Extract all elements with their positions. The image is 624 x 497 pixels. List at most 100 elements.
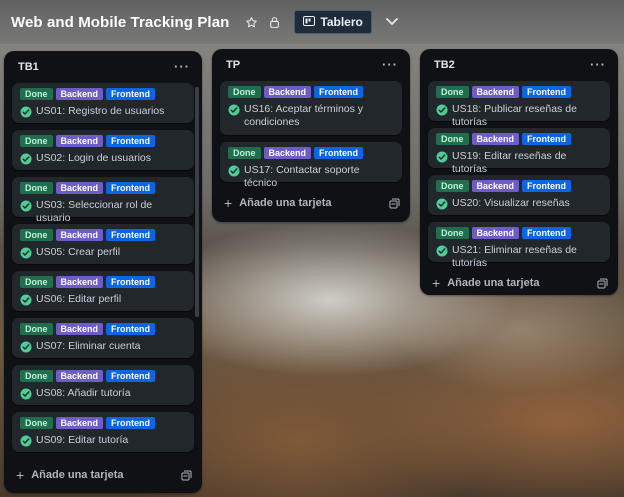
board-title[interactable]: Web and Mobile Tracking Plan	[11, 14, 229, 31]
card[interactable]: Done Backend Frontend US06: Editar perfil	[12, 271, 194, 311]
card[interactable]: Done Backend Frontend US09: Editar tutoría	[12, 412, 194, 452]
check-circle-icon[interactable]	[20, 293, 32, 306]
label-frontend[interactable]: Frontend	[106, 323, 156, 335]
card-title-row: US01: Registro de usuarios	[20, 105, 186, 118]
chevron-down-icon[interactable]	[384, 14, 400, 30]
check-circle-icon[interactable]	[20, 387, 32, 400]
list-title[interactable]: TP	[226, 59, 240, 71]
label-done[interactable]: Done	[436, 86, 469, 98]
card[interactable]: Done Backend Frontend US16: Aceptar término…	[220, 81, 402, 135]
label-frontend[interactable]: Frontend	[106, 370, 156, 382]
label-done[interactable]: Done	[436, 133, 469, 145]
label-backend[interactable]: Backend	[55, 370, 104, 382]
card[interactable]: Done Backend Frontend US19: Editar reseñas …	[428, 128, 610, 175]
template-icon[interactable]	[388, 197, 400, 209]
label-backend[interactable]: Backend	[55, 182, 104, 194]
add-card-button[interactable]: + Añade una tarjeta	[224, 196, 332, 210]
template-icon[interactable]	[180, 469, 192, 481]
label-backend[interactable]: Backend	[471, 133, 520, 145]
card[interactable]: Done Backend Frontend US03: Seleccionar rol…	[12, 177, 194, 224]
label-frontend[interactable]: Frontend	[522, 86, 572, 98]
card[interactable]: Done Backend Frontend US18: Publicar reseña…	[428, 81, 610, 128]
card-title-row: US07: Eliminar cuenta	[20, 340, 186, 353]
check-circle-icon[interactable]	[436, 244, 448, 257]
label-frontend[interactable]: Frontend	[106, 135, 156, 147]
card[interactable]: Done Backend Frontend US07: Eliminar cuenta	[12, 318, 194, 358]
label-frontend[interactable]: Frontend	[314, 147, 364, 159]
more-icon[interactable]: ···	[382, 58, 398, 71]
label-done[interactable]: Done	[20, 276, 53, 288]
label-backend[interactable]: Backend	[55, 229, 104, 241]
card[interactable]: Done Backend Frontend US01: Registro de usu…	[12, 83, 194, 123]
label-backend[interactable]: Backend	[471, 227, 520, 239]
label-backend[interactable]: Backend	[55, 88, 104, 100]
list-title[interactable]: TB1	[18, 61, 39, 73]
check-circle-icon[interactable]	[20, 340, 32, 353]
list-scrollbar[interactable]	[195, 87, 199, 317]
label-backend[interactable]: Backend	[263, 86, 312, 98]
label-done[interactable]: Done	[20, 370, 53, 382]
check-circle-icon[interactable]	[20, 152, 32, 165]
card-title-row: US19: Editar reseñas de tutorías	[436, 150, 602, 176]
label-backend[interactable]: Backend	[55, 135, 104, 147]
list-header: TP ···	[212, 49, 410, 81]
label-backend[interactable]: Backend	[263, 147, 312, 159]
label-frontend[interactable]: Frontend	[106, 182, 156, 194]
label-backend[interactable]: Backend	[471, 86, 520, 98]
check-circle-icon[interactable]	[436, 150, 448, 163]
label-backend[interactable]: Backend	[471, 180, 520, 192]
label-frontend[interactable]: Frontend	[106, 276, 156, 288]
label-done[interactable]: Done	[20, 88, 53, 100]
star-icon[interactable]	[243, 14, 259, 30]
label-frontend[interactable]: Frontend	[522, 180, 572, 192]
label-done[interactable]: Done	[20, 182, 53, 194]
check-circle-icon[interactable]	[436, 197, 448, 210]
label-done[interactable]: Done	[20, 417, 53, 429]
check-circle-icon[interactable]	[20, 105, 32, 118]
card[interactable]: Done Backend Frontend US08: Añadir tutoría	[12, 365, 194, 405]
add-card-button[interactable]: + Añade una tarjeta	[16, 468, 124, 482]
check-circle-icon[interactable]	[20, 199, 32, 212]
lock-icon[interactable]	[267, 14, 281, 30]
label-frontend[interactable]: Frontend	[106, 417, 156, 429]
list-tb2: TB2 ··· Done Backend Frontend US18: Publicar …	[420, 49, 618, 295]
label-backend[interactable]: Backend	[55, 276, 104, 288]
label-frontend[interactable]: Frontend	[106, 88, 156, 100]
card-title: US20: Visualizar reseñas	[452, 197, 570, 209]
label-done[interactable]: Done	[20, 323, 53, 335]
more-icon[interactable]: ···	[590, 58, 606, 71]
label-done[interactable]: Done	[228, 147, 261, 159]
check-circle-icon[interactable]	[20, 434, 32, 447]
card[interactable]: Done Backend Frontend US20: Visualizar rese…	[428, 175, 610, 215]
label-done[interactable]: Done	[436, 180, 469, 192]
check-circle-icon[interactable]	[20, 246, 32, 259]
card[interactable]: Done Backend Frontend US05: Crear perfil	[12, 224, 194, 264]
add-card-row: + Añade una tarjeta	[4, 461, 202, 489]
check-circle-icon[interactable]	[228, 164, 240, 177]
board-view-button[interactable]: Tablero	[294, 10, 372, 34]
check-circle-icon[interactable]	[228, 103, 240, 116]
label-frontend[interactable]: Frontend	[522, 133, 572, 145]
card[interactable]: Done Backend Frontend US02: Login de usuari…	[12, 130, 194, 170]
label-done[interactable]: Done	[228, 86, 261, 98]
check-circle-icon[interactable]	[436, 103, 448, 116]
label-frontend[interactable]: Frontend	[106, 229, 156, 241]
card-list: Done Backend Frontend US01: Registro de usu…	[4, 83, 202, 452]
template-icon[interactable]	[596, 277, 608, 289]
label-backend[interactable]: Backend	[55, 323, 104, 335]
more-icon[interactable]: ···	[174, 60, 190, 73]
card-title-row: US09: Editar tutoría	[20, 434, 186, 447]
label-backend[interactable]: Backend	[55, 417, 104, 429]
label-done[interactable]: Done	[20, 135, 53, 147]
list-title[interactable]: TB2	[434, 59, 455, 71]
card-title-row: US02: Login de usuarios	[20, 152, 186, 165]
label-frontend[interactable]: Frontend	[314, 86, 364, 98]
add-card-button[interactable]: + Añade una tarjeta	[432, 276, 540, 290]
card[interactable]: Done Backend Frontend US17: Contactar sopor…	[220, 142, 402, 189]
label-done[interactable]: Done	[20, 229, 53, 241]
label-frontend[interactable]: Frontend	[522, 227, 572, 239]
label-done[interactable]: Done	[436, 227, 469, 239]
card[interactable]: Done Backend Frontend US21: Eliminar reseña…	[428, 222, 610, 269]
add-card-label: Añade una tarjeta	[239, 197, 332, 209]
card-title: US17: Contactar soporte técnico	[244, 164, 360, 189]
